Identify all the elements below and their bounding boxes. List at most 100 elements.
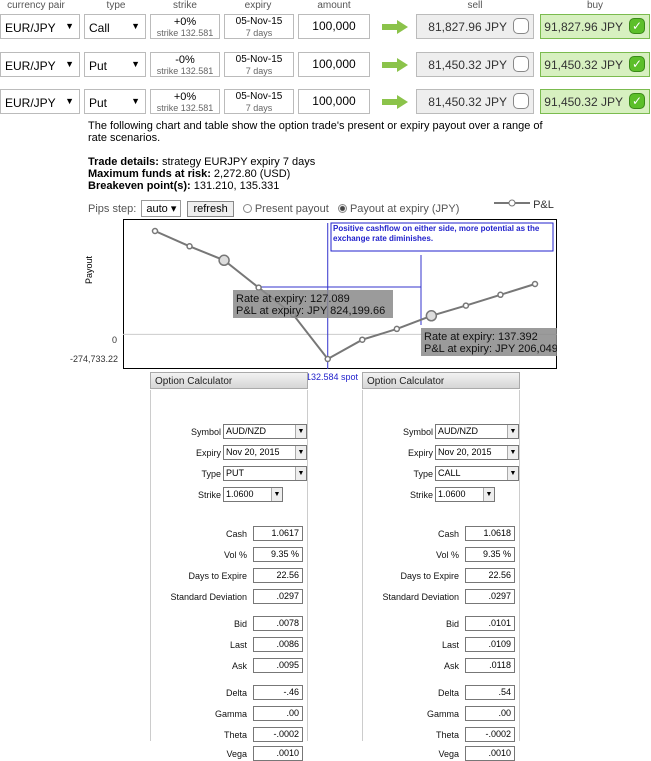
- strike-field[interactable]: +0% strike 132.581: [150, 89, 220, 114]
- tooltip-pnl: P&L at expiry: JPY 206,049.91: [424, 343, 557, 355]
- sell-price: 81,450.32 JPY: [428, 95, 507, 109]
- buy-button[interactable]: 91,450.32 JPY ✓: [540, 52, 650, 77]
- buy-price: 91,450.32 JPY: [544, 95, 623, 109]
- currency-pair-select[interactable]: EUR/JPY ▼: [0, 52, 80, 77]
- cash-field[interactable]: 1.0617: [253, 526, 303, 541]
- dropdown-caret-icon: ▼: [507, 425, 518, 438]
- delta-field[interactable]: -.46: [253, 685, 303, 700]
- days-field[interactable]: 22.56: [465, 568, 515, 583]
- sell-button[interactable]: 81,450.32 JPY: [416, 52, 534, 77]
- expiry-field[interactable]: 05-Nov-15 7 days: [224, 52, 294, 77]
- currency-pair-value: EUR/JPY: [5, 96, 56, 110]
- currency-pair-select[interactable]: EUR/JPY ▼: [0, 89, 80, 114]
- data-point: [324, 355, 331, 363]
- ask-field[interactable]: .0118: [465, 658, 515, 673]
- cash-field[interactable]: 1.0618: [465, 526, 515, 541]
- type-select[interactable]: PUT ▼: [223, 466, 307, 481]
- payout-chart[interactable]: Positive cashflow on either side, more p…: [123, 219, 557, 369]
- strike-select[interactable]: 1.0600 ▼: [223, 487, 283, 502]
- arrow-right-icon: [382, 95, 408, 109]
- stddev-field[interactable]: .0297: [253, 589, 303, 604]
- vega-field[interactable]: .0010: [253, 746, 303, 761]
- dropdown-caret-icon: ▼: [295, 425, 306, 438]
- vol-field[interactable]: 9.35 %: [253, 547, 303, 562]
- max-funds-label: Maximum funds at risk:: [88, 168, 211, 180]
- type-select[interactable]: Put ▼: [84, 89, 146, 114]
- expiry-select[interactable]: Nov 20, 2015 ▼: [223, 445, 307, 460]
- theta-field[interactable]: -.0002: [253, 727, 303, 742]
- dropdown-caret-icon: ▾: [170, 203, 177, 215]
- buy-button[interactable]: 91,827.96 JPY ✓: [540, 14, 650, 39]
- y-axis-label: Payout: [84, 255, 94, 284]
- data-point: [531, 280, 539, 288]
- type-select[interactable]: Put ▼: [84, 52, 146, 77]
- currency-pair-select[interactable]: EUR/JPY ▼: [0, 14, 80, 39]
- gamma-field[interactable]: .00: [465, 706, 515, 721]
- bid-field[interactable]: .0101: [465, 616, 515, 631]
- refresh-button[interactable]: refresh: [187, 201, 234, 217]
- delta-field[interactable]: .54: [465, 685, 515, 700]
- bid-field[interactable]: .0078: [253, 616, 303, 631]
- expiry-days: 7 days: [245, 28, 273, 38]
- dropdown-caret-icon: ▼: [65, 96, 74, 106]
- amount-input[interactable]: 100,000: [298, 52, 370, 77]
- expiry-field[interactable]: 05-Nov-15 7 days: [224, 89, 294, 114]
- sell-button[interactable]: 81,450.32 JPY: [416, 89, 534, 114]
- data-point: [425, 310, 438, 322]
- stddev-field[interactable]: .0297: [465, 589, 515, 604]
- expiry-field[interactable]: 05-Nov-15 7 days: [224, 14, 294, 39]
- trade-row: EUR/JPY ▼ Put ▼ -0% strike 132.581 05-No…: [0, 52, 651, 78]
- expiry-select[interactable]: Nov 20, 2015 ▼: [435, 445, 519, 460]
- dropdown-caret-icon: ▼: [507, 446, 518, 459]
- expiry-date: 05-Nov-15: [235, 91, 283, 102]
- tooltip-rate: Rate at expiry: 127.089: [236, 293, 350, 305]
- symbol-select[interactable]: AUD/NZD ▼: [223, 424, 307, 439]
- arrow-right-icon: [382, 58, 408, 72]
- annotation-text: Positive cashflow on either side, more p…: [333, 224, 539, 243]
- breakeven-label: Breakeven point(s):: [88, 180, 191, 192]
- strike-select[interactable]: 1.0600 ▼: [435, 487, 495, 502]
- type-select[interactable]: CALL ▼: [435, 466, 519, 481]
- type-value: CALL: [438, 468, 461, 478]
- ask-label: Ask: [443, 661, 459, 671]
- expiry-label: Expiry: [407, 448, 433, 458]
- amount-input[interactable]: 100,000: [298, 89, 370, 114]
- dropdown-caret-icon: ▼: [131, 21, 140, 31]
- stddev-label: Standard Deviation: [382, 592, 459, 602]
- type-value: Put: [89, 59, 108, 73]
- present-payout-radio[interactable]: [242, 204, 252, 213]
- strike-value: strike 132.581: [156, 103, 214, 113]
- pips-select[interactable]: auto ▾: [141, 200, 182, 217]
- strike-field[interactable]: -0% strike 132.581: [150, 52, 220, 77]
- bid-label: Bid: [233, 619, 247, 629]
- ask-field[interactable]: .0095: [253, 658, 303, 673]
- sell-button[interactable]: 81,827.96 JPY: [416, 14, 534, 39]
- vega-field[interactable]: .0010: [465, 746, 515, 761]
- gamma-field[interactable]: .00: [253, 706, 303, 721]
- symbol-select[interactable]: AUD/NZD ▼: [435, 424, 519, 439]
- symbol-label: Symbol: [402, 427, 433, 437]
- strike-value: strike 132.581: [156, 28, 214, 38]
- checkbox-icon: [513, 93, 529, 109]
- dropdown-caret-icon: ▼: [65, 59, 74, 69]
- theta-field[interactable]: -.0002: [465, 727, 515, 742]
- amount-input[interactable]: 100,000: [298, 14, 370, 39]
- buy-button[interactable]: 91,450.32 JPY ✓: [540, 89, 650, 114]
- last-field[interactable]: .0109: [465, 637, 515, 652]
- last-field[interactable]: .0086: [253, 637, 303, 652]
- tooltip-pnl: P&L at expiry: JPY 824,199.66: [236, 305, 385, 317]
- trade-row: EUR/JPY ▼ Put ▼ +0% strike 132.581 05-No…: [0, 89, 651, 115]
- payout-expiry-radio[interactable]: [337, 204, 347, 213]
- tooltip-rate: Rate at expiry: 137.392: [424, 331, 538, 343]
- max-funds-value: 2,272.80 (USD): [213, 168, 291, 180]
- days-field[interactable]: 22.56: [253, 568, 303, 583]
- header-amount: amount: [317, 0, 351, 11]
- strike-field[interactable]: +0% strike 132.581: [150, 14, 220, 39]
- type-select[interactable]: Call ▼: [84, 14, 146, 39]
- vol-label: Vol %: [435, 550, 459, 560]
- type-label: Type: [413, 469, 433, 479]
- type-value: Call: [89, 21, 110, 35]
- strike-label: Strike: [409, 490, 433, 500]
- vol-field[interactable]: 9.35 %: [465, 547, 515, 562]
- checkmark-icon: ✓: [629, 93, 645, 109]
